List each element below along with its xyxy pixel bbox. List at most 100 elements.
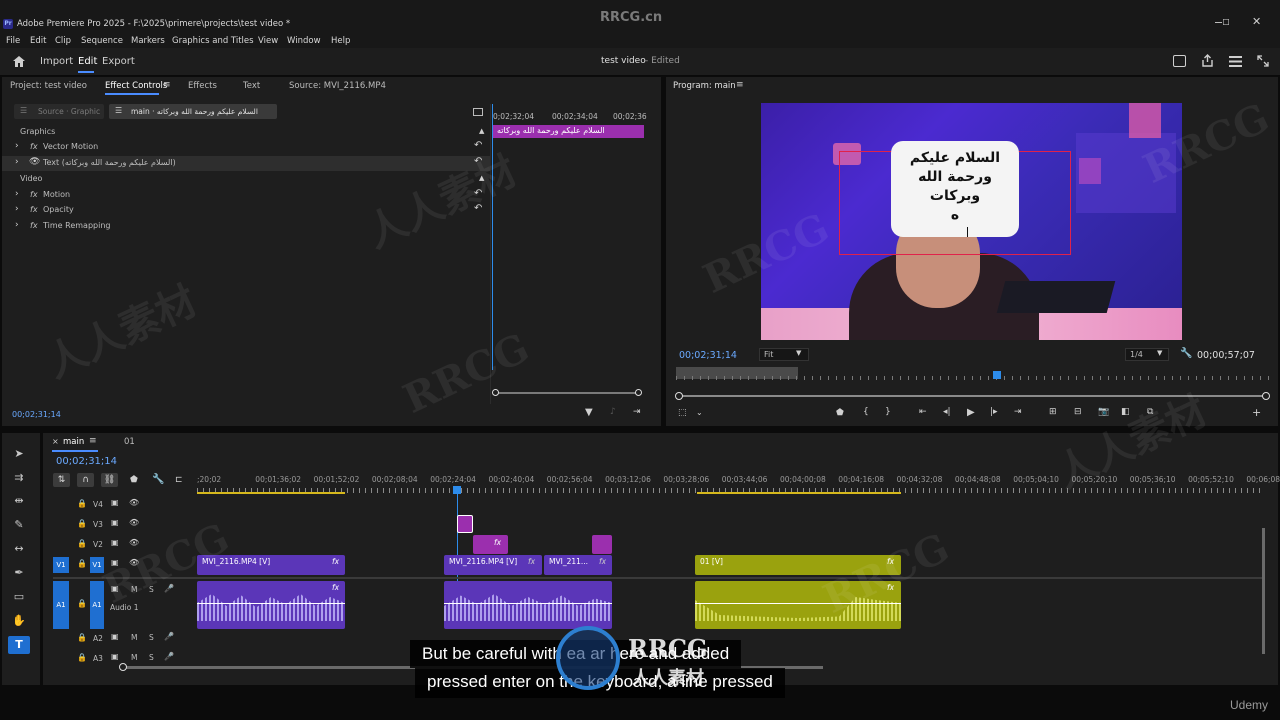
lock-icon[interactable]: 🔒 xyxy=(77,519,87,528)
zoom-handle-right[interactable] xyxy=(1262,392,1270,400)
fx-icon[interactable]: fx xyxy=(30,221,38,230)
timeline-vertical-scrollbar[interactable] xyxy=(1262,528,1265,654)
panel-menu-icon[interactable]: ≡ xyxy=(89,436,97,446)
h-scroll-handle[interactable] xyxy=(119,663,127,671)
play-only-audio-icon[interactable]: ♪ xyxy=(610,407,616,417)
vector-motion-row[interactable]: › fx Vector Motion ↶ xyxy=(2,140,490,155)
solo-button[interactable]: S xyxy=(149,633,154,642)
sync-icon[interactable]: ▣ xyxy=(111,584,119,593)
reset-icon[interactable]: ↶ xyxy=(474,156,482,167)
menu-file[interactable]: File xyxy=(6,36,20,46)
reset-icon[interactable]: ↶ xyxy=(474,140,482,151)
go-to-in-icon[interactable]: ⇤ xyxy=(919,407,927,417)
timeline-timecode[interactable]: 00;02;31;14 xyxy=(56,456,117,467)
ripple-edit-tool-icon[interactable]: ⇹ xyxy=(8,492,30,510)
mark-in-icon[interactable]: { xyxy=(863,407,869,417)
video-frame[interactable]: السلام عليكم ورحمة الله وبركات ه xyxy=(761,103,1182,340)
lift-icon[interactable]: ⊞ xyxy=(1049,407,1057,417)
track-select-tool-icon[interactable]: ⇉ xyxy=(8,469,30,487)
go-to-out-icon[interactable]: ⇥ xyxy=(1014,407,1022,417)
av-divider[interactable] xyxy=(53,577,1263,579)
lock-icon[interactable]: 🔒 xyxy=(77,499,87,508)
graphic-clip-v2[interactable]: fx xyxy=(473,535,508,554)
menu-window[interactable]: Window xyxy=(287,36,321,46)
wrench-icon[interactable]: 🔧 xyxy=(1180,348,1192,359)
maximize-button[interactable] xyxy=(1223,19,1229,25)
menu-clip[interactable]: Clip xyxy=(55,36,71,46)
timeline-tab-01[interactable]: 01 xyxy=(124,437,135,447)
add-marker-icon[interactable]: ⬟ xyxy=(836,408,844,418)
audio-clip-a1[interactable]: fx xyxy=(695,581,901,629)
lock-icon[interactable]: 🔒 xyxy=(77,539,87,548)
type-tool-icon[interactable]: T xyxy=(8,636,30,654)
mini-scrollbar[interactable] xyxy=(495,392,641,394)
eye-icon[interactable]: 👁 xyxy=(129,538,139,547)
reset-icon[interactable]: ↶ xyxy=(474,188,482,199)
mini-playhead[interactable] xyxy=(492,104,493,370)
linked-selection-button[interactable]: ⛓ xyxy=(101,473,118,487)
menu-graphics-and-titles[interactable]: Graphics and Titles xyxy=(172,36,254,46)
proxy-toggle-icon[interactable]: ⧉ xyxy=(1147,407,1153,417)
slip-tool-icon[interactable]: ↔ xyxy=(8,540,30,558)
chevron-down-icon[interactable]: ⌄ xyxy=(696,408,703,417)
tab-project[interactable]: Project: test video xyxy=(10,77,87,95)
fx-icon[interactable]: fx xyxy=(30,190,38,199)
fx-icon[interactable]: fx xyxy=(30,205,38,214)
sync-icon[interactable]: ▣ xyxy=(111,558,119,567)
tab-import[interactable]: Import xyxy=(40,56,73,67)
microphone-icon[interactable]: 🎤 xyxy=(164,632,174,641)
add-button-icon[interactable]: + xyxy=(1252,406,1261,419)
timeline-ruler[interactable]: ;20;02 00;01;36;02 00;01;52;02 00;02;08;04 0… xyxy=(197,475,1280,495)
fullscreen-icon[interactable] xyxy=(1257,55,1269,70)
text-clip-v3[interactable] xyxy=(457,515,473,533)
quick-export-icon[interactable] xyxy=(1173,55,1186,67)
effect-controls-timecode[interactable]: 00;02;31;14 xyxy=(12,410,61,419)
play-icon[interactable]: ▶ xyxy=(967,407,975,418)
tab-effects[interactable]: Effects xyxy=(188,77,217,95)
sync-icon[interactable]: ▣ xyxy=(111,632,119,641)
collapse-up-icon[interactable]: ▲ xyxy=(479,127,484,135)
expand-chevron-icon[interactable]: › xyxy=(15,220,19,230)
hand-tool-icon[interactable]: ✋ xyxy=(8,612,30,630)
timeline-settings-wrench-icon[interactable]: 🔧 xyxy=(152,474,164,485)
safe-margins-icon[interactable]: ⬚ xyxy=(678,408,687,418)
program-playhead[interactable] xyxy=(992,371,1001,379)
menu-sequence[interactable]: Sequence xyxy=(81,36,123,46)
menu-view[interactable]: View xyxy=(258,36,278,46)
microphone-icon[interactable]: 🎤 xyxy=(164,652,174,661)
video-clip-v1[interactable]: 01 [V] fx xyxy=(695,555,901,575)
text-overlay-card[interactable]: السلام عليكم ورحمة الله وبركات ه xyxy=(891,141,1019,237)
expand-chevron-icon[interactable]: › xyxy=(15,141,19,151)
workspaces-menu-icon[interactable] xyxy=(1229,56,1242,70)
rectangle-tool-icon[interactable]: ▭ xyxy=(8,588,30,606)
volume-line[interactable] xyxy=(197,603,345,604)
panel-menu-icon[interactable]: ≡ xyxy=(736,80,744,90)
mini-scroll-handle-left[interactable] xyxy=(492,389,499,396)
tab-edit[interactable]: Edit xyxy=(78,56,97,67)
sync-icon[interactable]: ▣ xyxy=(111,498,119,507)
eye-icon[interactable]: 👁 xyxy=(29,157,40,167)
captions-icon[interactable]: ⊏ xyxy=(175,475,183,485)
close-tab-icon[interactable]: × xyxy=(52,437,59,446)
panel-menu-icon[interactable]: ≡ xyxy=(163,80,171,90)
clip-selector[interactable]: ☰ main · السلام عليكم ورحمة الله وبركاته xyxy=(109,104,277,119)
eye-icon[interactable]: 👁 xyxy=(129,558,139,567)
lock-icon[interactable]: 🔒 xyxy=(77,599,87,608)
mute-button[interactable]: M xyxy=(131,633,137,642)
motion-row[interactable]: › fx Motion ↶ xyxy=(2,188,490,203)
sync-icon[interactable]: ▣ xyxy=(111,652,119,661)
expand-chevron-icon[interactable]: › xyxy=(15,204,19,214)
step-forward-icon[interactable]: |▸ xyxy=(990,407,998,417)
mini-clip-bar[interactable]: السلام عليكم ورحمة الله وبركاته xyxy=(493,125,644,138)
nest-toggle-button[interactable]: ⇅ xyxy=(53,473,70,487)
selection-tool-icon[interactable]: ➤ xyxy=(8,445,30,463)
video-clip-v1[interactable]: MVI_2116.MP4 [V] fx xyxy=(444,555,542,575)
filter-icon[interactable]: ▼ xyxy=(585,407,593,418)
mute-button[interactable]: M xyxy=(131,653,137,662)
toggle-timeline-icon[interactable] xyxy=(473,108,483,116)
home-icon[interactable] xyxy=(12,55,26,68)
zoom-handle-left[interactable] xyxy=(675,392,683,400)
microphone-icon[interactable]: 🎤 xyxy=(164,584,174,593)
snap-button[interactable]: ∩ xyxy=(77,473,94,487)
timeline-tab-main[interactable]: main xyxy=(63,437,84,447)
